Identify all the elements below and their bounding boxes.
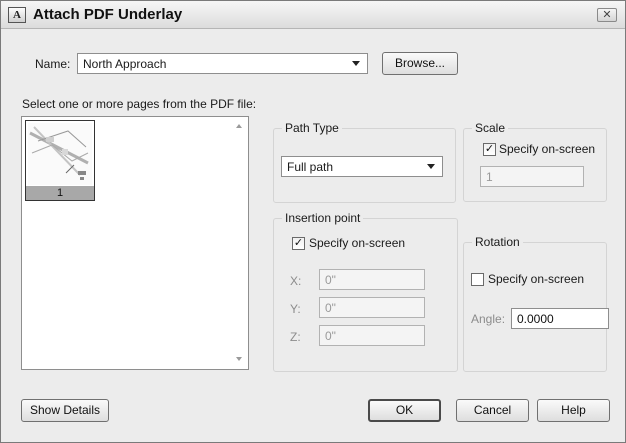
insertion-specify-checkbox[interactable]: ✓ <box>292 237 305 250</box>
rotation-title: Rotation <box>472 235 523 249</box>
angle-input[interactable]: 0.0000 <box>511 308 609 329</box>
checkmark-icon: ✓ <box>484 143 495 155</box>
chevron-down-icon <box>427 164 435 169</box>
scroll-down-icon[interactable] <box>236 357 242 361</box>
rotation-specify-checkbox[interactable] <box>471 273 484 286</box>
angle-label: Angle: <box>471 312 506 326</box>
pdf-page-preview <box>28 123 92 185</box>
pages-listbox[interactable]: 1 <box>21 116 249 370</box>
checkmark-icon: ✓ <box>293 237 304 249</box>
z-coordinate-value: 0" <box>325 329 336 343</box>
y-label: Y: <box>290 302 301 316</box>
z-coordinate-input[interactable]: 0" <box>319 325 425 346</box>
name-dropdown[interactable]: North Approach <box>77 53 368 74</box>
insertion-point-title: Insertion point <box>282 211 364 225</box>
angle-value: 0.0000 <box>517 312 554 326</box>
scale-title: Scale <box>472 121 509 135</box>
show-details-button[interactable]: Show Details <box>21 399 109 422</box>
name-dropdown-value: North Approach <box>83 57 167 71</box>
rotation-specify-label: Specify on-screen <box>488 272 585 286</box>
path-type-value: Full path <box>287 160 334 174</box>
chevron-down-icon <box>352 61 360 66</box>
insertion-specify-label: Specify on-screen <box>309 236 406 250</box>
ok-button[interactable]: OK <box>368 399 441 422</box>
scroll-up-icon[interactable] <box>236 124 242 128</box>
attach-pdf-underlay-dialog: A Attach PDF Underlay ✕ Name: North Appr… <box>0 0 626 443</box>
x-coordinate-value: 0" <box>325 273 336 287</box>
scale-specify-label: Specify on-screen <box>499 142 596 156</box>
x-coordinate-input[interactable]: 0" <box>319 269 425 290</box>
close-icon: ✕ <box>602 9 612 21</box>
dialog-title: Attach PDF Underlay <box>33 6 183 23</box>
rotation-group: Rotation <box>463 235 607 372</box>
path-type-dropdown[interactable]: Full path <box>281 156 443 177</box>
pages-scrollbar[interactable] <box>231 117 248 369</box>
help-button[interactable]: Help <box>537 399 610 422</box>
browse-button[interactable]: Browse... <box>382 52 458 75</box>
scale-group: Scale <box>463 121 607 202</box>
z-label: Z: <box>290 330 301 344</box>
pages-prompt-label: Select one or more pages from the PDF fi… <box>22 97 257 111</box>
page-number-label: 1 <box>26 186 94 200</box>
page-thumbnail[interactable]: 1 <box>25 120 95 201</box>
cancel-button[interactable]: Cancel <box>456 399 529 422</box>
title-bar[interactable]: A Attach PDF Underlay ✕ <box>1 1 625 29</box>
scale-value: 1 <box>486 170 493 184</box>
path-type-title: Path Type <box>282 121 342 135</box>
close-button[interactable]: ✕ <box>597 8 617 22</box>
y-coordinate-input[interactable]: 0" <box>319 297 425 318</box>
scale-specify-checkbox[interactable]: ✓ <box>483 143 496 156</box>
scale-input[interactable]: 1 <box>480 166 584 187</box>
x-label: X: <box>290 274 302 288</box>
app-icon: A <box>8 7 26 23</box>
name-label: Name: <box>35 57 71 71</box>
y-coordinate-value: 0" <box>325 301 336 315</box>
